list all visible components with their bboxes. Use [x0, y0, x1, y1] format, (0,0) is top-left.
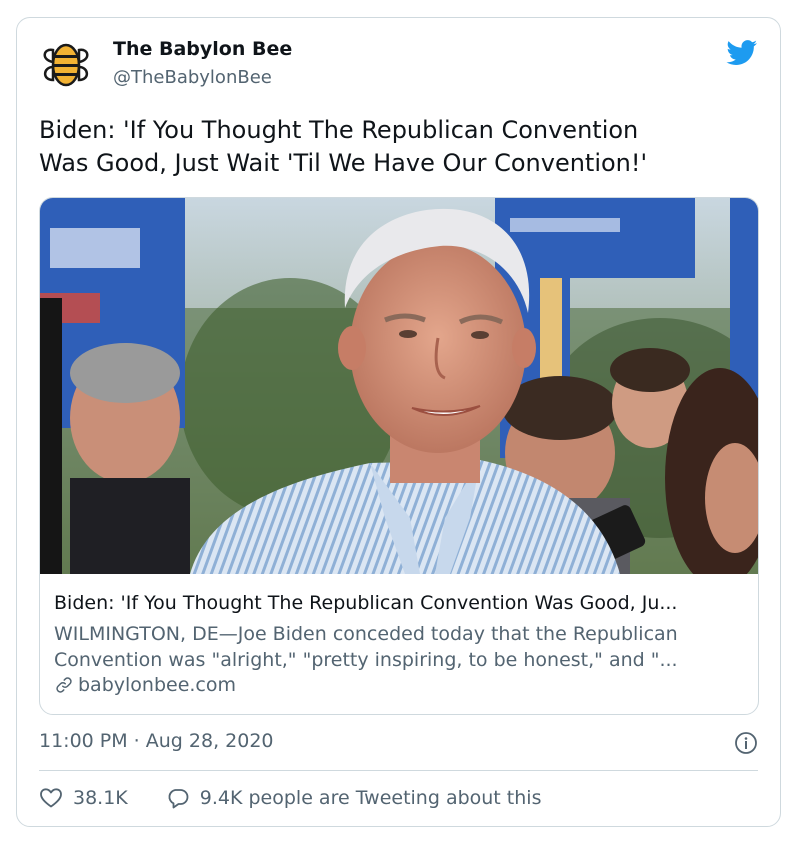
tweet-text: Biden: 'If You Thought The Republican Co… — [39, 114, 759, 180]
card-title[interactable]: Biden: 'If You Thought The Republican Co… — [54, 592, 748, 614]
tweet-timestamp[interactable]: 11:00 PM · Aug 28, 2020 — [39, 730, 274, 752]
reply-icon[interactable] — [166, 786, 190, 810]
tweet-actions: 38.1K 9.4K people are Tweeting about thi… — [39, 786, 541, 810]
card-domain[interactable]: babylonbee.com — [54, 674, 236, 696]
babylon-bee-logo[interactable] — [41, 40, 91, 90]
reply-action[interactable]: 9.4K people are Tweeting about this — [166, 786, 542, 810]
link-preview-card[interactable]: Biden: 'If You Thought The Republican Co… — [39, 197, 759, 715]
link-icon — [56, 677, 72, 693]
author-name[interactable]: The Babylon Bee — [113, 38, 292, 60]
tweet-card: The Babylon Bee @TheBabylonBee Biden: 'I… — [16, 17, 781, 827]
divider — [39, 770, 758, 771]
twitter-bird-icon[interactable] — [726, 40, 758, 66]
card-description-line-2: Convention was "alright," "pretty inspir… — [54, 649, 678, 671]
card-description-line-1: WILMINGTON, DE—Joe Biden conceded today … — [54, 623, 678, 645]
article-photo[interactable] — [40, 198, 758, 574]
heart-icon[interactable] — [39, 786, 63, 810]
card-description: WILMINGTON, DE—Joe Biden conceded today … — [54, 621, 748, 673]
like-action[interactable]: 38.1K — [39, 786, 128, 810]
card-domain-text: babylonbee.com — [78, 674, 237, 696]
tweet-text-line-1: Biden: 'If You Thought The Republican Co… — [39, 116, 639, 144]
like-count: 38.1K — [73, 787, 128, 809]
info-icon[interactable] — [734, 731, 758, 755]
tweet-text-line-2: Was Good, Just Wait 'Til We Have Our Con… — [39, 149, 648, 177]
reply-text: 9.4K people are Tweeting about this — [199, 787, 542, 809]
author-handle[interactable]: @TheBabylonBee — [113, 67, 272, 88]
